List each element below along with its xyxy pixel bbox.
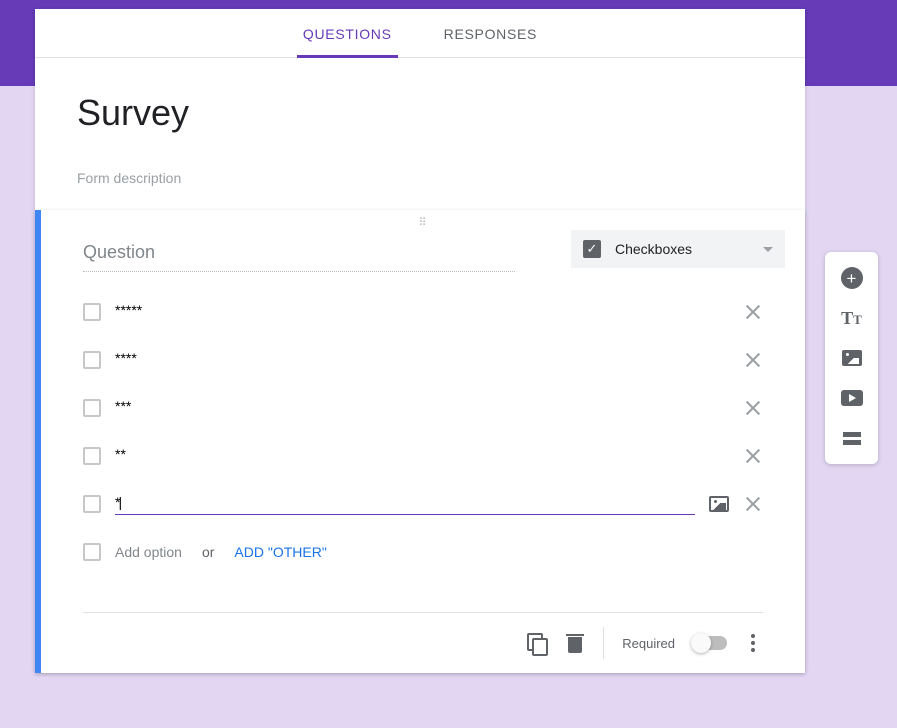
checkboxes-icon: ✓: [583, 240, 601, 258]
required-toggle[interactable]: [693, 636, 727, 650]
form-description-placeholder[interactable]: Form description: [77, 170, 763, 186]
remove-option-button[interactable]: [743, 302, 763, 322]
remove-option-button[interactable]: [743, 350, 763, 370]
option-row: *****: [83, 288, 763, 336]
tab-questions[interactable]: QUESTIONS: [297, 9, 398, 58]
add-other-button[interactable]: ADD "OTHER": [234, 544, 326, 560]
add-section-button[interactable]: [825, 418, 878, 458]
delete-button[interactable]: [565, 633, 585, 653]
chevron-down-icon: [763, 247, 773, 252]
option-row: ****: [83, 336, 763, 384]
checkbox-icon: [83, 495, 101, 513]
question-title-input[interactable]: Question: [83, 236, 515, 272]
remove-option-button[interactable]: [743, 494, 763, 514]
option-input[interactable]: **: [115, 446, 695, 466]
question-card: ⠿ Question ✓ Checkboxes ***** ****: [35, 210, 805, 673]
duplicate-button[interactable]: [527, 633, 547, 653]
checkbox-icon: [83, 447, 101, 465]
plus-circle-icon: +: [841, 267, 863, 289]
divider: [603, 627, 604, 659]
more-options-button[interactable]: [745, 632, 761, 654]
form-header-card: Survey Form description: [35, 58, 805, 210]
option-row: ***: [83, 384, 763, 432]
question-type-selector[interactable]: ✓ Checkboxes: [571, 230, 785, 268]
add-title-button[interactable]: TT: [825, 298, 878, 338]
checkbox-icon: [83, 399, 101, 417]
option-input[interactable]: *****: [115, 302, 695, 322]
image-icon[interactable]: [709, 496, 729, 512]
checkbox-icon: [83, 543, 101, 561]
add-option-row: Add option or ADD "OTHER": [83, 528, 763, 576]
checkbox-icon: [83, 351, 101, 369]
editor-tabs: QUESTIONS RESPONSES: [35, 9, 805, 58]
remove-option-button[interactable]: [743, 398, 763, 418]
add-image-button[interactable]: [825, 338, 878, 378]
option-input[interactable]: *: [115, 494, 695, 515]
side-toolbar: + TT: [825, 252, 878, 464]
image-icon: [842, 350, 862, 366]
add-video-button[interactable]: [825, 378, 878, 418]
question-header: Question ✓ Checkboxes: [63, 236, 783, 272]
text-icon: TT: [841, 308, 862, 329]
option-input[interactable]: ****: [115, 350, 695, 370]
section-icon: [843, 432, 861, 445]
question-footer: Required: [63, 613, 783, 673]
form-title[interactable]: Survey: [77, 92, 763, 134]
option-row: *: [83, 480, 763, 528]
drag-handle-icon[interactable]: ⠿: [41, 216, 805, 229]
add-question-button[interactable]: +: [825, 258, 878, 298]
option-input[interactable]: ***: [115, 398, 695, 418]
form-editor: QUESTIONS RESPONSES Survey Form descript…: [35, 9, 805, 673]
or-separator: or: [202, 544, 214, 560]
tab-responses[interactable]: RESPONSES: [438, 9, 543, 58]
video-icon: [841, 390, 863, 406]
checkbox-icon: [83, 303, 101, 321]
remove-option-button[interactable]: [743, 446, 763, 466]
option-row: **: [83, 432, 763, 480]
add-option-button[interactable]: Add option: [115, 544, 182, 560]
required-label: Required: [622, 636, 675, 651]
options-list: ***** **** *** ** *: [63, 272, 783, 576]
question-type-label: Checkboxes: [615, 241, 749, 257]
